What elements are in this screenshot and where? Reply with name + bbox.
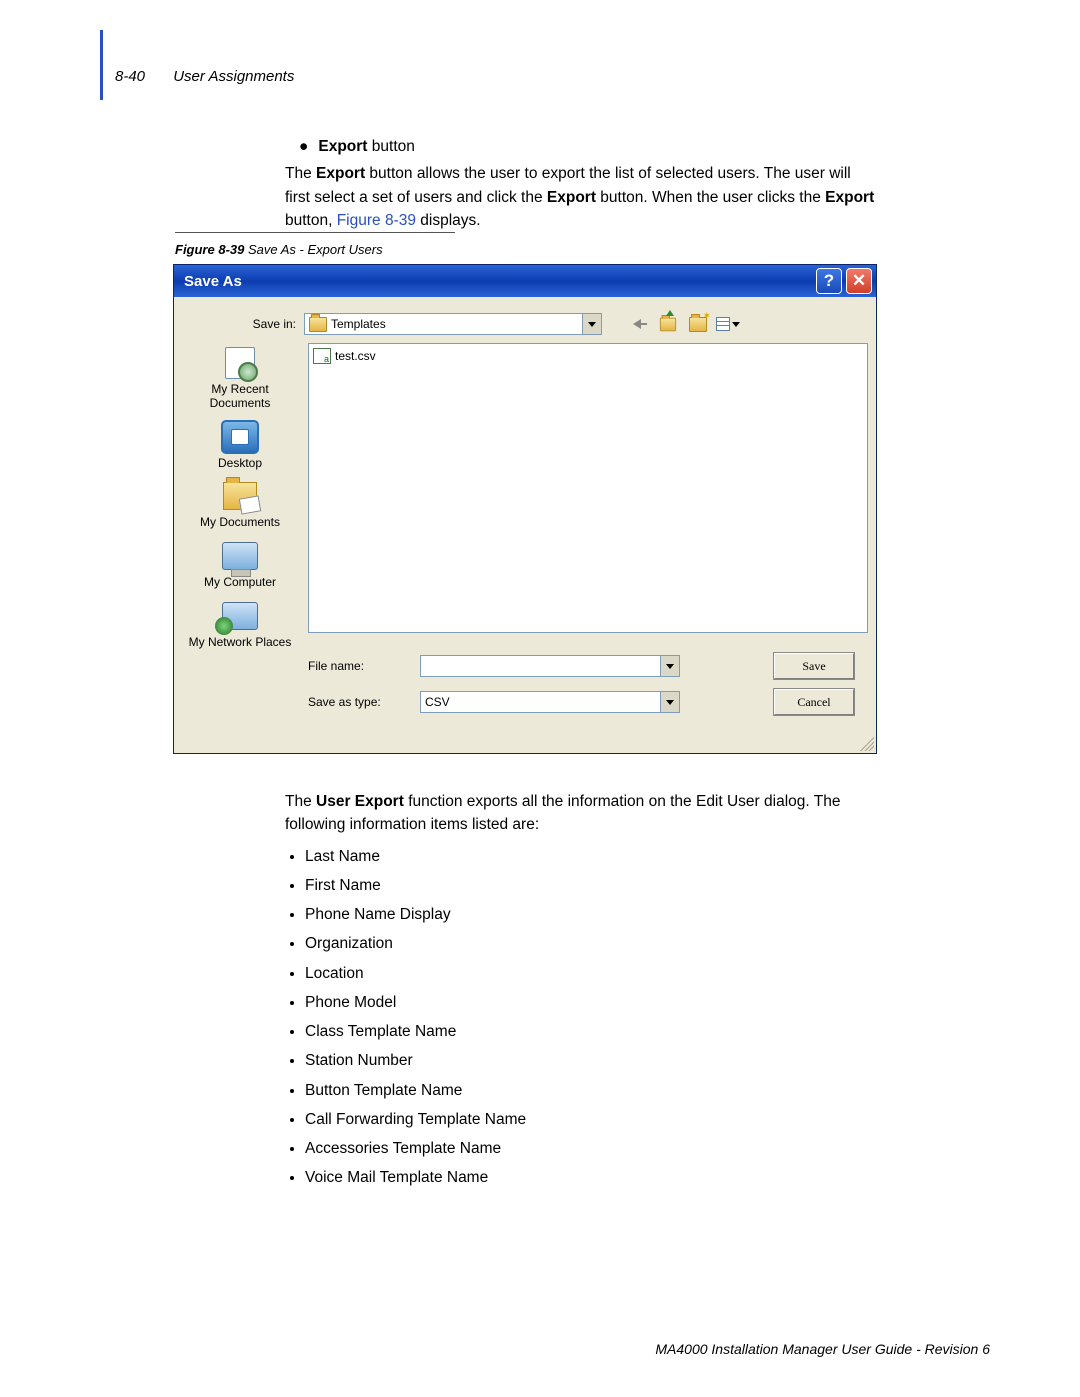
intro-paragraph: The Export button allows the user to exp… xyxy=(285,162,875,232)
bullet-text: Export button xyxy=(318,135,415,158)
file-name-label: File name: xyxy=(308,659,408,673)
places-bar: My Recent Documents Desktop My Documents… xyxy=(180,343,300,650)
figure-caption-prefix: Figure 8-39 xyxy=(175,242,244,257)
dropdown-icon[interactable] xyxy=(582,314,601,334)
dropdown-icon[interactable] xyxy=(660,656,679,676)
save-in-row: Save in: Templates xyxy=(238,313,740,335)
save-button[interactable]: Save xyxy=(774,653,854,679)
my-computer-icon xyxy=(222,542,258,570)
view-grid-icon xyxy=(716,317,730,331)
place-desktop[interactable]: Desktop xyxy=(185,417,295,471)
save-as-dialog: Save As ? ✕ Save in: Templates test. xyxy=(173,264,877,754)
close-button[interactable]: ✕ xyxy=(846,268,872,294)
my-documents-icon xyxy=(223,482,257,510)
network-places-icon xyxy=(222,602,258,630)
place-my-documents[interactable]: My Documents xyxy=(185,476,295,530)
place-label: My Computer xyxy=(204,576,276,590)
list-item: Last Name xyxy=(305,845,875,868)
list-item: Class Template Name xyxy=(305,1020,875,1043)
save-in-combo[interactable]: Templates xyxy=(304,313,602,335)
list-item: Phone Model xyxy=(305,991,875,1014)
place-label: Desktop xyxy=(218,457,262,471)
save-as-type-row: Save as type: CSV xyxy=(308,691,680,713)
list-item: Organization xyxy=(305,932,875,955)
view-menu-button[interactable] xyxy=(716,313,740,335)
export-bullet: ● Export button xyxy=(285,135,875,158)
running-header: 8-40 User Assignments xyxy=(115,68,294,85)
save-in-label: Save in: xyxy=(238,317,296,331)
nav-toolbar xyxy=(626,313,740,335)
figure-caption: Figure 8-39 Save As - Export Users xyxy=(175,242,383,257)
dialog-titlebar[interactable]: Save As ? ✕ xyxy=(174,265,876,297)
list-item: Call Forwarding Template Name xyxy=(305,1108,875,1131)
dropdown-icon[interactable] xyxy=(660,692,679,712)
arrow-left-icon xyxy=(633,319,641,329)
figure-reference-link[interactable]: Figure 8-39 xyxy=(337,212,416,229)
bullet-dot-icon: ● xyxy=(299,135,308,158)
help-button[interactable]: ? xyxy=(816,268,842,294)
recent-documents-icon xyxy=(225,347,255,379)
export-fields-list: Last Name First Name Phone Name Display … xyxy=(285,845,875,1190)
file-name-row: File name: xyxy=(308,655,680,677)
cancel-button[interactable]: Cancel xyxy=(774,689,854,715)
place-recent-documents[interactable]: My Recent Documents xyxy=(185,343,295,411)
folder-new-icon xyxy=(689,317,707,332)
file-name-input[interactable] xyxy=(420,655,680,677)
up-folder-button[interactable] xyxy=(656,313,680,335)
list-item: Phone Name Display xyxy=(305,903,875,926)
save-as-type-label: Save as type: xyxy=(308,695,408,709)
section-title: User Assignments xyxy=(173,68,294,85)
after-figure-block: The User Export function exports all the… xyxy=(285,790,875,1196)
titlebar-controls: ? ✕ xyxy=(816,268,872,294)
folder-icon xyxy=(309,317,327,332)
place-my-computer[interactable]: My Computer xyxy=(185,536,295,590)
resize-grip-icon[interactable] xyxy=(860,737,874,751)
list-item: Station Number xyxy=(305,1049,875,1072)
save-as-type-combo[interactable]: CSV xyxy=(420,691,680,713)
chevron-down-icon xyxy=(732,322,740,327)
list-item: Location xyxy=(305,962,875,985)
file-entry-name: test.csv xyxy=(335,349,376,363)
back-button[interactable] xyxy=(626,313,650,335)
list-item: First Name xyxy=(305,874,875,897)
save-as-type-value: CSV xyxy=(425,695,660,709)
desktop-icon xyxy=(221,420,259,454)
place-label: My Network Places xyxy=(189,636,292,650)
bullet-bold: Export xyxy=(318,138,367,155)
figure-rule xyxy=(175,232,455,233)
place-my-network-places[interactable]: My Network Places xyxy=(185,596,295,650)
intro-block: ● Export button The Export button allows… xyxy=(285,135,875,232)
folder-up-icon xyxy=(660,317,676,331)
list-item: Button Template Name xyxy=(305,1079,875,1102)
dialog-body: Save in: Templates test.csv My Re xyxy=(174,297,876,753)
file-list[interactable]: test.csv xyxy=(308,343,868,633)
list-item: Accessories Template Name xyxy=(305,1137,875,1160)
file-entry[interactable]: test.csv xyxy=(313,348,863,364)
page-number: 8-40 xyxy=(115,68,145,85)
save-in-value: Templates xyxy=(331,317,578,331)
dialog-button-column: Save Cancel xyxy=(774,653,854,715)
page-footer: MA4000 Installation Manager User Guide -… xyxy=(655,1341,990,1357)
place-label: My Recent Documents xyxy=(185,383,295,411)
figure-caption-title: Save As - Export Users xyxy=(244,242,382,257)
dialog-title: Save As xyxy=(184,273,242,290)
after-paragraph: The User Export function exports all the… xyxy=(285,790,875,837)
new-folder-button[interactable] xyxy=(686,313,710,335)
place-label: My Documents xyxy=(200,516,280,530)
list-item: Voice Mail Template Name xyxy=(305,1166,875,1189)
csv-file-icon xyxy=(313,348,331,364)
page-margin-rule xyxy=(100,30,103,100)
